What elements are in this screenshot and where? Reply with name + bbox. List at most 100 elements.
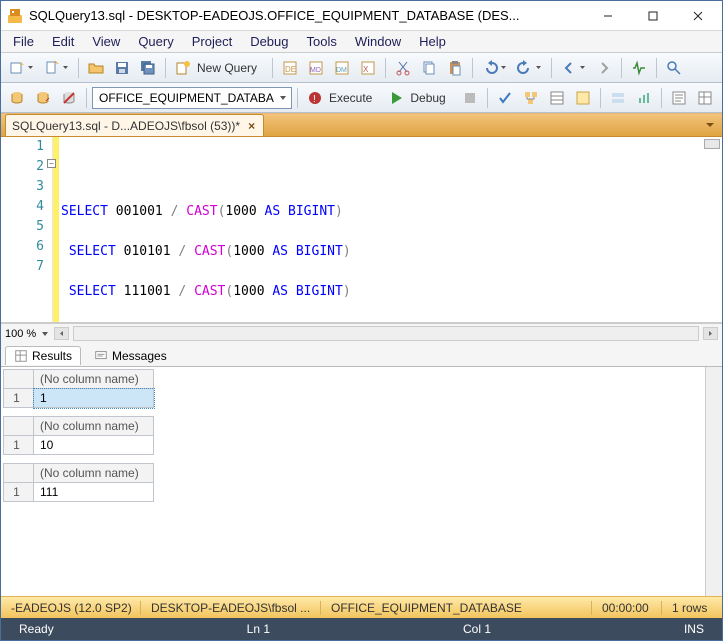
window-title: SQLQuery13.sql - DESKTOP-EADEOJS.OFFICE_… — [29, 8, 585, 23]
connect-button[interactable] — [5, 87, 29, 109]
app-status-bar: Ready Ln 1 Col 1 INS — [1, 618, 722, 640]
rows-cell: 1 rows — [662, 601, 722, 615]
table-row[interactable]: 110 — [4, 436, 154, 455]
results-tab-strip: Results Messages — [1, 343, 722, 367]
results-vscroll[interactable] — [705, 367, 722, 596]
result-set: (No column name)1111 — [3, 463, 720, 502]
result-grid[interactable]: (No column name)110 — [3, 416, 154, 455]
chevron-down-icon[interactable] — [40, 329, 50, 339]
menu-project[interactable]: Project — [184, 32, 240, 51]
user-cell: DESKTOP-EADEOJS\fbsol ... — [141, 601, 321, 615]
xmla-query-button[interactable]: X — [356, 57, 380, 79]
debug-button[interactable]: Debug — [384, 87, 455, 109]
code-editor[interactable]: 1234567 − SELECT 001001 / CAST(1000 AS B… — [1, 137, 722, 323]
database-cell: OFFICE_EQUIPMENT_DATABASE — [321, 601, 592, 615]
menu-help[interactable]: Help — [411, 32, 454, 51]
result-cell[interactable]: 111 — [34, 483, 154, 502]
tab-close-button[interactable]: × — [246, 119, 257, 133]
menu-bar: File Edit View Query Project Debug Tools… — [1, 31, 722, 53]
result-grid[interactable]: (No column name)1111 — [3, 463, 154, 502]
result-grid[interactable]: (No column name)11 — [3, 369, 154, 408]
execute-button[interactable]: ! Execute — [303, 87, 382, 109]
cancel-query-button[interactable] — [458, 87, 482, 109]
menu-tools[interactable]: Tools — [299, 32, 345, 51]
elapsed-cell: 00:00:00 — [592, 601, 662, 615]
outline-toggle[interactable]: − — [47, 159, 56, 168]
svg-text:!: ! — [313, 94, 316, 105]
nav-fwd-button[interactable] — [592, 57, 616, 79]
copy-button[interactable] — [417, 57, 441, 79]
redo-button[interactable] — [513, 57, 546, 79]
result-cell[interactable]: 10 — [34, 436, 154, 455]
column-header[interactable]: (No column name) — [34, 464, 154, 483]
mdx-query-button[interactable]: MD — [304, 57, 328, 79]
dropdown-tabs-icon[interactable] — [702, 117, 718, 133]
dmx-query-button[interactable]: DM — [330, 57, 354, 79]
column-header[interactable]: (No column name) — [34, 370, 154, 389]
estimated-plan-button[interactable] — [519, 87, 543, 109]
open-button[interactable] — [84, 57, 108, 79]
nav-back-button[interactable] — [557, 57, 590, 79]
hscroll-right[interactable] — [703, 327, 718, 340]
paste-button[interactable] — [443, 57, 467, 79]
results-to-grid-button[interactable] — [693, 87, 717, 109]
minimize-button[interactable] — [585, 2, 630, 30]
app-logo-icon — [7, 8, 23, 24]
menu-query[interactable]: Query — [130, 32, 181, 51]
save-all-button[interactable] — [136, 57, 160, 79]
cut-button[interactable] — [391, 57, 415, 79]
activity-monitor-button[interactable] — [627, 57, 651, 79]
split-handle[interactable] — [704, 139, 720, 149]
column-header[interactable]: (No column name) — [34, 417, 154, 436]
query-status-bar: -EADEOJS (12.0 SP2) DESKTOP-EADEOJS\fbso… — [1, 596, 722, 618]
svg-text:MD: MD — [310, 67, 321, 74]
include-plan-button[interactable] — [606, 87, 630, 109]
maximize-button[interactable] — [630, 2, 675, 30]
results-tab[interactable]: Results — [5, 346, 81, 365]
messages-icon — [94, 349, 108, 363]
svg-text:DM: DM — [336, 67, 347, 74]
messages-tab[interactable]: Messages — [85, 346, 176, 365]
menu-file[interactable]: File — [5, 32, 42, 51]
status-line: Ln 1 — [237, 622, 280, 636]
change-connection-button[interactable] — [31, 87, 55, 109]
document-tab[interactable]: SQLQuery13.sql - D...ADEOJS\fbsol (53))*… — [5, 114, 264, 136]
parse-button[interactable] — [493, 87, 517, 109]
new-project-button[interactable] — [5, 57, 38, 79]
editor-wrap: 1234567 − SELECT 001001 / CAST(1000 AS B… — [1, 137, 722, 343]
include-stats-button[interactable] — [632, 87, 656, 109]
close-button[interactable] — [675, 2, 720, 30]
menu-debug[interactable]: Debug — [242, 32, 296, 51]
intellisense-button[interactable] — [571, 87, 595, 109]
svg-text:X: X — [363, 65, 369, 74]
standard-toolbar: New Query DE MD DM X — [1, 53, 722, 83]
server-cell: -EADEOJS (12.0 SP2) — [1, 601, 141, 615]
de-query-button[interactable]: DE — [278, 57, 302, 79]
new-query-button[interactable]: New Query — [171, 57, 267, 79]
save-button[interactable] — [110, 57, 134, 79]
zoom-level[interactable]: 100 % — [5, 328, 36, 340]
title-bar: SQLQuery13.sql - DESKTOP-EADEOJS.OFFICE_… — [1, 1, 722, 31]
menu-edit[interactable]: Edit — [44, 32, 82, 51]
find-button[interactable] — [662, 57, 686, 79]
hscroll-track[interactable] — [73, 326, 699, 341]
results-to-text-button[interactable] — [667, 87, 691, 109]
code-area[interactable]: − SELECT 001001 / CAST(1000 AS BIGINT) S… — [59, 137, 722, 322]
result-cell[interactable]: 1 — [34, 389, 154, 408]
add-item-button[interactable] — [40, 57, 73, 79]
results-body: (No column name)11 (No column name)110 (… — [1, 367, 722, 596]
table-row[interactable]: 1111 — [4, 483, 154, 502]
line-gutter: 1234567 — [1, 137, 53, 322]
menu-window[interactable]: Window — [347, 32, 409, 51]
hscroll-left[interactable] — [54, 327, 69, 340]
grid-icon — [14, 349, 28, 363]
database-selector[interactable]: OFFICE_EQUIPMENT_DATABA — [92, 87, 292, 109]
table-row[interactable]: 11 — [4, 389, 154, 408]
sql-editor-toolbar: OFFICE_EQUIPMENT_DATABA ! Execute Debug — [1, 83, 722, 113]
undo-button[interactable] — [478, 57, 511, 79]
menu-view[interactable]: View — [84, 32, 128, 51]
disconnect-button[interactable] — [57, 87, 81, 109]
editor-zoom-row: 100 % — [1, 323, 722, 343]
query-options-button[interactable] — [545, 87, 569, 109]
status-ready: Ready — [9, 622, 64, 636]
